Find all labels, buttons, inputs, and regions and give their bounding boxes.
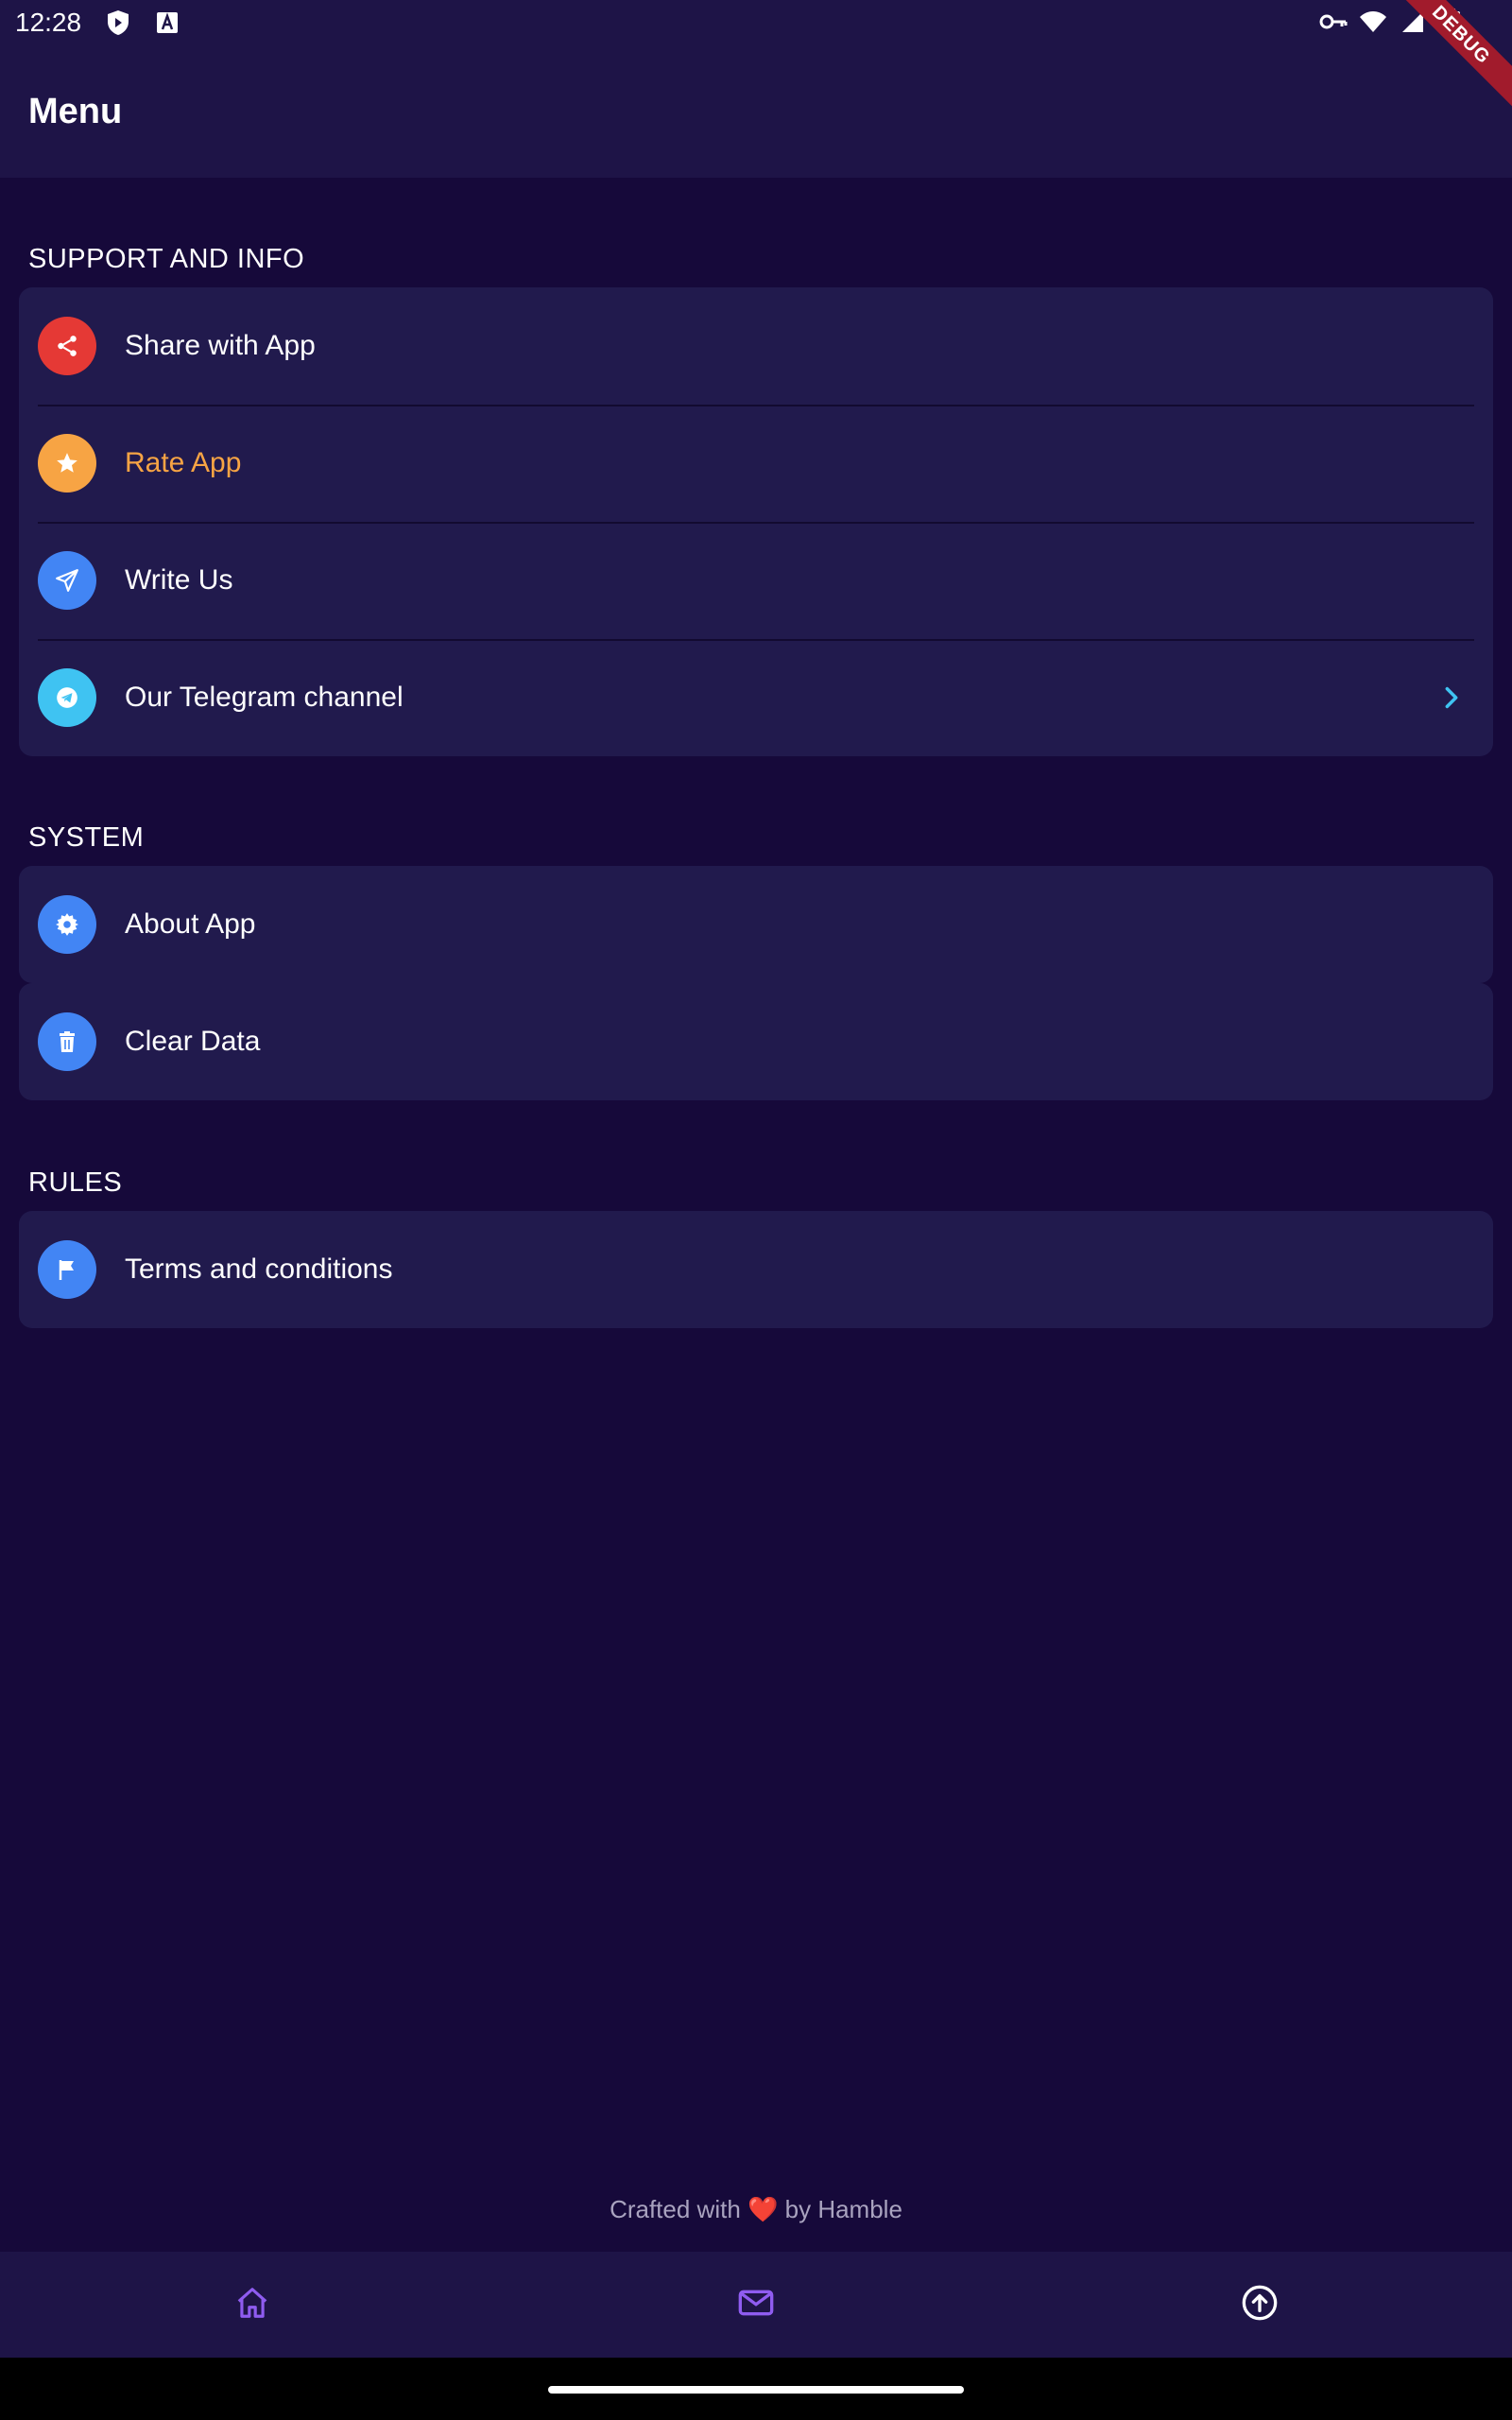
section-header-support: SUPPORT AND INFO xyxy=(28,244,305,274)
heart-icon: ❤️ xyxy=(747,2195,779,2223)
menu-item-about[interactable]: About App xyxy=(19,866,1493,983)
share-icon xyxy=(38,317,96,375)
menu-item-label: Clear Data xyxy=(125,1026,261,1057)
gear-icon xyxy=(38,895,96,954)
app-bar: Menu xyxy=(0,45,1512,178)
nav-home[interactable] xyxy=(215,2267,290,2342)
menu-item-clear-data[interactable]: Clear Data xyxy=(19,983,1493,1100)
star-icon xyxy=(38,434,96,493)
menu-item-label: Write Us xyxy=(125,564,233,596)
bottom-nav xyxy=(0,2252,1512,2358)
wifi-icon xyxy=(1359,8,1387,36)
status-bar: 12:28 xyxy=(0,0,1512,45)
home-indicator[interactable] xyxy=(548,2386,964,2394)
trash-icon xyxy=(38,1012,96,1071)
rules-card: Terms and conditions xyxy=(19,1211,1493,1328)
vpn-key-icon xyxy=(1319,8,1348,36)
system-card-clear: Clear Data xyxy=(19,983,1493,1100)
menu-item-label: Share with App xyxy=(125,330,316,361)
system-card-about: About App xyxy=(19,866,1493,983)
telegram-icon xyxy=(38,668,96,727)
flag-icon xyxy=(38,1240,96,1299)
menu-item-label: Terms and conditions xyxy=(125,1253,393,1285)
footer-prefix: Crafted with xyxy=(610,2195,741,2223)
menu-item-write-us[interactable]: Write Us xyxy=(19,522,1493,639)
menu-item-label: Rate App xyxy=(125,447,242,478)
menu-item-share[interactable]: Share with App xyxy=(19,287,1493,405)
screen: 12:28 DEBUG Menu SUPPORT AND INFO Share … xyxy=(0,0,1512,2420)
home-icon xyxy=(234,2285,270,2325)
footer-suffix: by Hamble xyxy=(784,2195,902,2223)
nav-mail[interactable] xyxy=(718,2267,794,2342)
page-title: Menu xyxy=(28,91,123,131)
menu-item-label: Our Telegram channel xyxy=(125,682,404,713)
mail-icon xyxy=(737,2284,775,2326)
menu-item-terms[interactable]: Terms and conditions xyxy=(19,1211,1493,1328)
shield-play-icon xyxy=(104,9,132,37)
support-card: Share with App Rate App Write Us Our Tel… xyxy=(19,287,1493,756)
section-header-system: SYSTEM xyxy=(28,822,145,853)
menu-item-rate[interactable]: Rate App xyxy=(19,405,1493,522)
menu-item-telegram[interactable]: Our Telegram channel xyxy=(19,639,1493,756)
upload-circle-icon xyxy=(1241,2284,1279,2326)
nav-upload[interactable] xyxy=(1222,2267,1297,2342)
status-time: 12:28 xyxy=(15,8,82,37)
font-a-icon xyxy=(153,9,181,37)
footer-credit: Crafted with ❤️ by Hamble xyxy=(0,2195,1512,2224)
menu-item-label: About App xyxy=(125,908,256,940)
send-icon xyxy=(38,551,96,610)
section-header-rules: RULES xyxy=(28,1167,123,1198)
chevron-right-icon xyxy=(1438,684,1465,711)
